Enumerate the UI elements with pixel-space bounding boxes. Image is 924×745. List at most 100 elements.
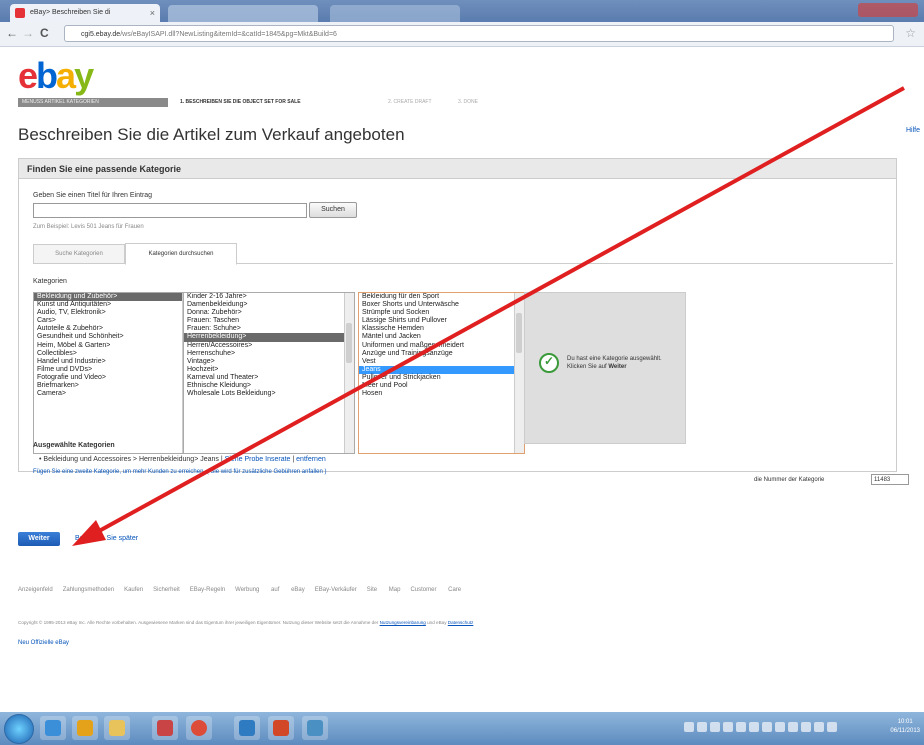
category-option[interactable]: Hochzeit> [184,366,354,374]
url-host: cgi5.ebay.de [81,31,121,38]
category-option[interactable]: Herrenschuhe> [184,350,354,358]
system-tray[interactable] [684,722,884,734]
category-option[interactable]: Ethnische Kleidung> [184,382,354,390]
category-option[interactable]: Bekleidung und Zubehör> [34,293,192,302]
category-option[interactable]: Filme und DVDs> [34,366,192,374]
category-option[interactable]: Wholesale Lots Bekleidung> [184,390,354,398]
category-option[interactable]: Anzüge und Trainingsanzüge [359,350,524,358]
taskbar-clock[interactable]: 10:01 06/11/2013 [890,718,920,736]
browser-tab[interactable]: eBay> Beschreiben Sie di × [10,4,160,22]
list-scrollbar[interactable] [514,293,524,453]
continue-button[interactable]: Weiter [18,532,60,546]
category-option[interactable]: Kunst und Antiquitäten> [34,301,192,309]
tab-search-categories[interactable]: Suche Kategorien [33,244,125,263]
footer-link[interactable]: Sicherheit [153,587,180,593]
ie-taskbar-icon[interactable] [40,716,66,740]
address-bar[interactable]: cgi5.ebay.de/ws/eBayISAPI.dll?NewListing… [64,25,894,42]
progress-step-2: 1. BESCHREIBEN SIE DIE OBJECT SET FOR SA… [180,99,301,105]
start-button[interactable] [4,714,34,744]
category-number-field[interactable]: 11483 [871,474,909,485]
category-option[interactable]: Vest [359,358,524,366]
help-link[interactable]: Hilfe [906,127,920,134]
chrome-taskbar-icon[interactable] [186,716,212,740]
explorer-taskbar-icon[interactable] [104,716,130,740]
category-option[interactable]: Collectibles> [34,350,192,358]
category-option[interactable]: Camera> [34,390,192,398]
category-option[interactable]: Vintage> [184,358,354,366]
footer-link[interactable]: Werbung auf eBay [235,587,305,593]
category-option[interactable]: Herrenbekleidung> [184,333,354,342]
category-option[interactable]: Hosen [359,390,524,398]
footer-link[interactable]: Customer Care [410,587,461,593]
category-option[interactable]: Boxer Shorts und Unterwäsche [359,301,524,309]
start-later-link[interactable]: Beginnen Sie später [75,535,138,542]
scrollbar-thumb[interactable] [346,323,352,363]
category-option[interactable]: Handel und Industrie> [34,358,192,366]
category-option[interactable]: Donna: Zubehör> [184,309,354,317]
category-option[interactable]: Meer und Pool [359,382,524,390]
privacy-link[interactable]: Datenschutz [448,620,474,625]
url-path: /ws/eBayISAPI.dll?NewListing&itemId=&cat… [120,31,337,38]
category-option[interactable]: Strümpfe und Socken [359,309,524,317]
taskbar: 10:01 06/11/2013 [0,712,924,745]
category-option[interactable]: Gesundheit und Schönheit> [34,333,192,341]
paint-taskbar-icon[interactable] [302,716,328,740]
category-option[interactable]: Lässige Shirts und Pullover [359,317,524,325]
lync-taskbar-icon[interactable] [234,716,260,740]
ebay-logo[interactable]: ebay [18,56,94,96]
app-taskbar-icon[interactable] [152,716,178,740]
bookmark-star-icon[interactable]: ☆ [905,26,916,40]
category-option[interactable]: Heim, Möbel & Garten> [34,342,192,350]
footer-link[interactable]: Kaufen [124,587,143,593]
remove-category-link[interactable]: entfernen [296,456,326,463]
category-option[interactable]: Autoteile & Zubehör> [34,325,192,333]
sample-listings-link[interactable]: Siehe Probe Inserate [225,456,291,463]
add-second-category-link[interactable]: Fügen Sie eine zweite Kategorie, um mehr… [33,469,327,475]
footer-link[interactable]: EBay-Verkäufer [315,587,357,593]
title-input[interactable] [33,203,307,218]
category-option[interactable]: Briefmarken> [34,382,192,390]
category-list-level-1[interactable]: Bekleidung und Zubehör> Kunst und Antiqui… [33,292,193,454]
browser-tab-2[interactable] [168,5,318,22]
category-option[interactable]: Bekleidung für den Sport [359,293,524,301]
check-icon: ✓ [539,353,559,373]
user-agreement-link[interactable]: Nutzungsvereinbarung [380,620,426,625]
category-option[interactable]: Cars> [34,317,192,325]
list-scrollbar[interactable] [344,293,354,453]
footer-link[interactable]: Anzeigenfeld [18,587,53,593]
browser-tab-3[interactable] [330,5,460,22]
category-option[interactable]: Pullover und Strickjacken [359,374,524,382]
category-list-level-3[interactable]: Bekleidung für den Sport Boxer Shorts und… [358,292,525,454]
forward-arrow-icon[interactable]: → [22,26,34,40]
footer-link[interactable]: EBay-Regeln [190,587,225,593]
scrollbar-thumb[interactable] [516,313,522,353]
window-controls[interactable] [858,3,918,17]
category-option[interactable]: Klassische Hemden [359,325,524,333]
tab-close-icon[interactable]: × [150,4,155,22]
category-option[interactable]: Damenbekleidung> [184,301,354,309]
arrow-head [72,520,106,546]
legacy-link[interactable]: Neu Offizielle eBay [18,640,69,646]
category-option[interactable]: Uniformen und maßgeschneidert [359,342,524,350]
tab-browse-categories[interactable]: Kategorien durchsuchen [125,243,237,265]
panel-heading: Finden Sie eine passende Kategorie [19,159,896,179]
footer-link[interactable]: Site Map [367,587,401,593]
category-option[interactable]: Herren/Accessoires> [184,342,354,350]
category-list-level-2[interactable]: Kinder 2-16 Jahre> Damenbekleidung> Donna:… [183,292,355,454]
footer-link[interactable]: Zahlungsmethoden [63,587,114,593]
category-option[interactable]: Frauen: Taschen [184,317,354,325]
category-option[interactable]: Mäntel und Jacken [359,333,524,341]
category-option[interactable]: Frauen: Schuhe> [184,325,354,333]
search-button[interactable]: Suchen [309,202,357,218]
category-option[interactable]: Fotografie und Video> [34,374,192,382]
outlook-taskbar-icon[interactable] [72,716,98,740]
category-option[interactable]: Audio, TV, Elektronik> [34,309,192,317]
category-option[interactable]: Karneval und Theater> [184,374,354,382]
powerpoint-taskbar-icon[interactable] [268,716,294,740]
category-option[interactable]: Kinder 2-16 Jahre> [184,293,354,301]
back-arrow-icon[interactable]: ← [6,26,18,40]
title-label: Geben Sie einen Titel für Ihren Eintrag [33,192,153,199]
reload-icon[interactable]: C [40,26,49,40]
footer-links: Anzeigenfeld Zahlungsmethoden Kaufen Sicher… [18,587,471,593]
category-option[interactable]: Jeans [359,365,524,374]
